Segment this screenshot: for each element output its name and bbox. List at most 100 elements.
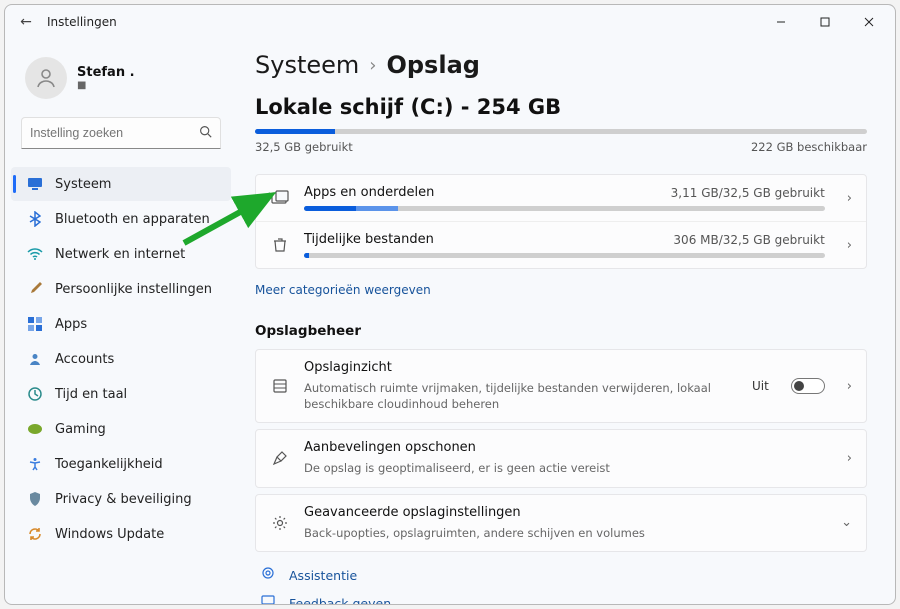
sidebar-item-accessibility[interactable]: Toegankelijkheid bbox=[11, 447, 231, 481]
help-label: Assistentie bbox=[289, 568, 357, 583]
nav-list: Systeem Bluetooth en apparaten Netwerk e… bbox=[11, 167, 231, 551]
storage-sense-icon bbox=[270, 378, 290, 394]
category-apps-features[interactable]: Apps en onderdelen 3,11 GB/32,5 GB gebru… bbox=[256, 175, 866, 221]
sidebar-item-time-language[interactable]: Tijd en taal bbox=[11, 377, 231, 411]
apps-features-icon bbox=[270, 190, 290, 206]
sidebar: Stefan . ■ Systeem Bluetooth en apparate… bbox=[5, 39, 237, 604]
storage-sense-toggle[interactable] bbox=[791, 378, 825, 394]
sidebar-item-label: Tijd en taal bbox=[55, 387, 127, 402]
sidebar-item-label: Privacy & beveiliging bbox=[55, 492, 192, 507]
main-content: Systeem › Opslag Lokale schijf (C:) - 25… bbox=[237, 39, 895, 604]
get-help-link[interactable]: Assistentie bbox=[255, 566, 867, 584]
sidebar-item-label: Systeem bbox=[55, 177, 111, 192]
category-title: Apps en onderdelen bbox=[304, 185, 434, 200]
storage-sense-title: Opslaginzicht bbox=[304, 360, 738, 375]
user-sub: ■ bbox=[77, 80, 135, 91]
chevron-right-icon: › bbox=[369, 55, 376, 76]
sidebar-item-personalization[interactable]: Persoonlijke instellingen bbox=[11, 272, 231, 306]
search-icon bbox=[199, 125, 212, 142]
settings-window: ← Instellingen Stefan . ■ bbox=[4, 4, 896, 605]
breadcrumb-current: Opslag bbox=[386, 51, 479, 79]
maximize-button[interactable] bbox=[803, 7, 847, 37]
feedback-icon bbox=[261, 594, 277, 604]
category-usage: 3,11 GB/32,5 GB gebruikt bbox=[671, 186, 825, 200]
sidebar-item-label: Bluetooth en apparaten bbox=[55, 212, 210, 227]
storage-categories-group: Apps en onderdelen 3,11 GB/32,5 GB gebru… bbox=[255, 174, 867, 269]
accounts-icon bbox=[27, 351, 43, 367]
window-title: Instellingen bbox=[47, 15, 117, 29]
accessibility-icon bbox=[27, 456, 43, 472]
close-button[interactable] bbox=[847, 7, 891, 37]
avatar bbox=[25, 57, 67, 99]
sidebar-item-accounts[interactable]: Accounts bbox=[11, 342, 231, 376]
sidebar-item-apps[interactable]: Apps bbox=[11, 307, 231, 341]
sidebar-item-windows-update[interactable]: Windows Update bbox=[11, 517, 231, 551]
toggle-state-label: Uit bbox=[752, 379, 769, 393]
user-profile[interactable]: Stefan . ■ bbox=[11, 47, 231, 113]
apps-icon bbox=[27, 316, 43, 332]
chevron-right-icon: › bbox=[847, 379, 852, 394]
show-more-categories-link[interactable]: Meer categorieën weergeven bbox=[255, 283, 431, 297]
broom-icon bbox=[270, 450, 290, 466]
cleanup-title: Aanbevelingen opschonen bbox=[304, 440, 825, 455]
sidebar-item-privacy[interactable]: Privacy & beveiliging bbox=[11, 482, 231, 516]
chevron-right-icon: › bbox=[847, 191, 852, 206]
help-links: Assistentie Feedback geven bbox=[255, 566, 867, 604]
titlebar: ← Instellingen bbox=[5, 5, 895, 39]
chevron-right-icon: › bbox=[847, 451, 852, 466]
advanced-storage-row[interactable]: Geavanceerde opslaginstellingen Back-upo… bbox=[255, 494, 867, 553]
search-box[interactable] bbox=[21, 117, 221, 149]
chevron-down-icon: ⌄ bbox=[841, 515, 852, 530]
chevron-right-icon: › bbox=[847, 238, 852, 253]
minimize-button[interactable] bbox=[759, 7, 803, 37]
close-icon bbox=[864, 17, 874, 27]
help-icon bbox=[261, 566, 277, 584]
drive-usage-fill bbox=[255, 129, 335, 134]
back-button[interactable]: ← bbox=[9, 14, 43, 30]
user-name: Stefan . bbox=[77, 65, 135, 80]
display-icon bbox=[27, 176, 43, 192]
drive-title: Lokale schijf (C:) - 254 GB bbox=[255, 95, 867, 119]
clock-icon bbox=[27, 386, 43, 402]
sidebar-item-label: Persoonlijke instellingen bbox=[55, 282, 212, 297]
sidebar-item-system[interactable]: Systeem bbox=[11, 167, 231, 201]
cleanup-sub: De opslag is geoptimaliseerd, er is geen… bbox=[304, 461, 825, 477]
advanced-title: Geavanceerde opslaginstellingen bbox=[304, 505, 819, 520]
drive-used-label: 32,5 GB gebruikt bbox=[255, 140, 353, 154]
category-temp-files[interactable]: Tijdelijke bestanden 306 MB/32,5 GB gebr… bbox=[256, 221, 866, 268]
category-usage: 306 MB/32,5 GB gebruikt bbox=[673, 233, 824, 247]
sidebar-item-label: Toegankelijkheid bbox=[55, 457, 163, 472]
sidebar-item-label: Gaming bbox=[55, 422, 106, 437]
storage-management-heading: Opslagbeheer bbox=[255, 323, 867, 339]
sidebar-item-label: Windows Update bbox=[55, 527, 164, 542]
minimize-icon bbox=[776, 17, 786, 27]
sidebar-item-gaming[interactable]: Gaming bbox=[11, 412, 231, 446]
breadcrumb: Systeem › Opslag bbox=[255, 51, 867, 79]
shield-icon bbox=[27, 491, 43, 507]
sidebar-item-bluetooth[interactable]: Bluetooth en apparaten bbox=[11, 202, 231, 236]
drive-free-label: 222 GB beschikbaar bbox=[751, 140, 867, 154]
trash-icon bbox=[270, 237, 290, 253]
search-input[interactable] bbox=[30, 126, 199, 140]
category-bar bbox=[304, 253, 825, 258]
cleanup-recommendations-row[interactable]: Aanbevelingen opschonen De opslag is geo… bbox=[255, 429, 867, 488]
storage-sense-row[interactable]: Opslaginzicht Automatisch ruimte vrijmak… bbox=[255, 349, 867, 423]
wifi-icon bbox=[27, 246, 43, 262]
maximize-icon bbox=[820, 17, 830, 27]
sidebar-item-network[interactable]: Netwerk en internet bbox=[11, 237, 231, 271]
gaming-icon bbox=[27, 421, 43, 437]
sidebar-item-label: Accounts bbox=[55, 352, 114, 367]
give-feedback-link[interactable]: Feedback geven bbox=[255, 594, 867, 604]
person-icon bbox=[34, 66, 58, 90]
sidebar-item-label: Apps bbox=[55, 317, 87, 332]
breadcrumb-root[interactable]: Systeem bbox=[255, 51, 359, 79]
storage-sense-sub: Automatisch ruimte vrijmaken, tijdelijke… bbox=[304, 381, 738, 412]
update-icon bbox=[27, 526, 43, 542]
category-title: Tijdelijke bestanden bbox=[304, 232, 434, 247]
gear-icon bbox=[270, 515, 290, 531]
help-label: Feedback geven bbox=[289, 596, 391, 604]
advanced-sub: Back-upopties, opslagruimten, andere sch… bbox=[304, 526, 819, 542]
sidebar-item-label: Netwerk en internet bbox=[55, 247, 185, 262]
bluetooth-icon bbox=[27, 211, 43, 227]
category-bar bbox=[304, 206, 825, 211]
